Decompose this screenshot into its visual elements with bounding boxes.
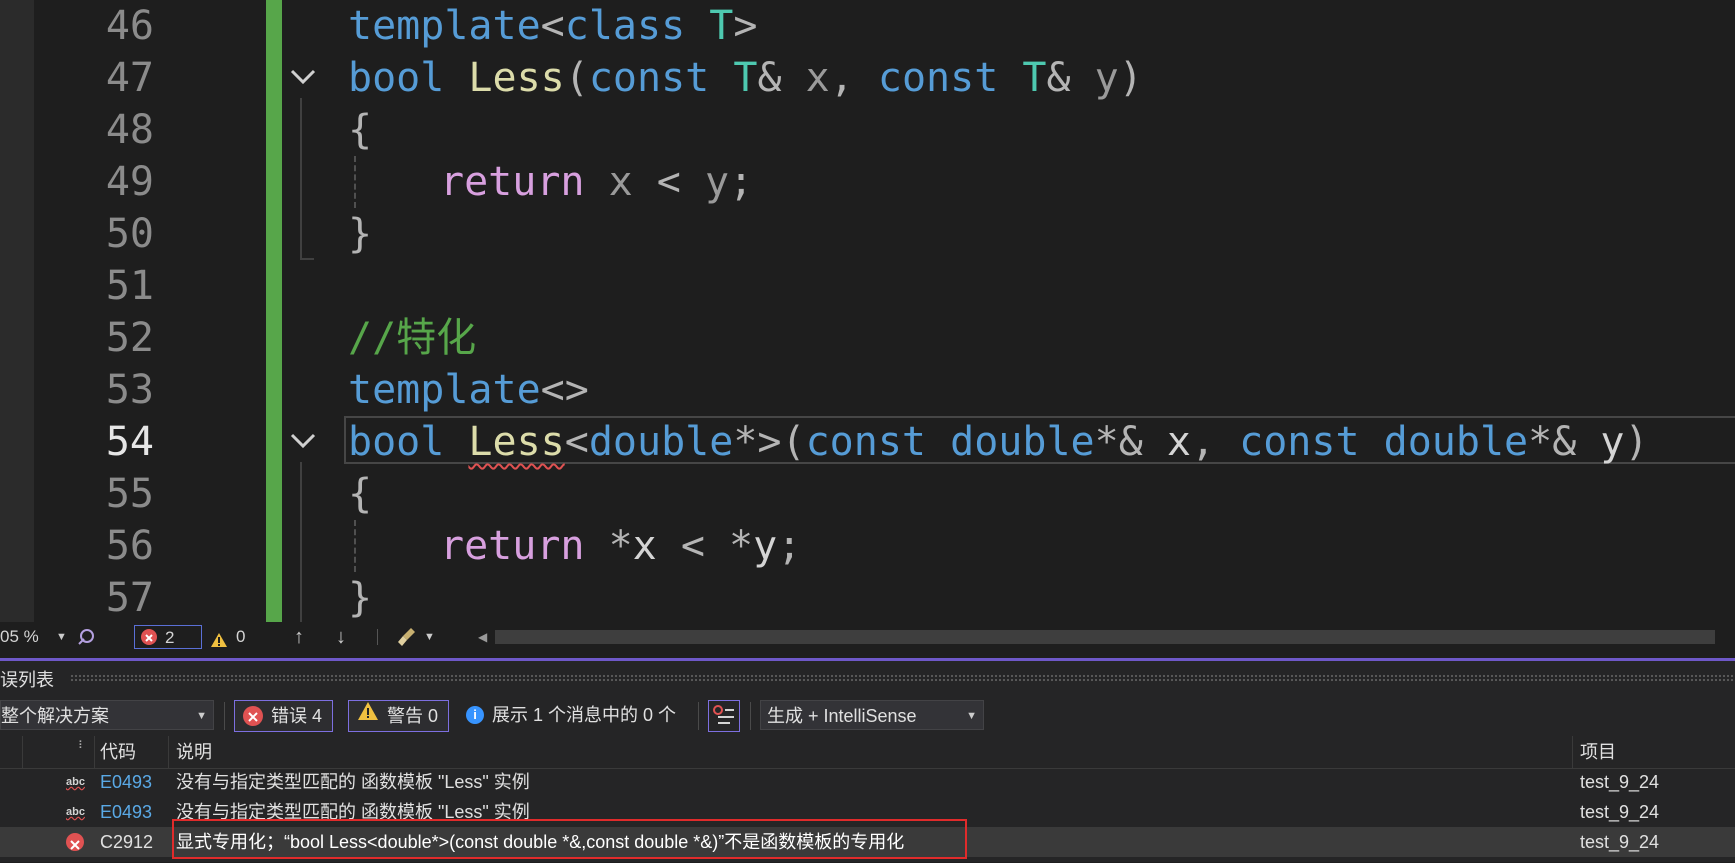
error-list-panel: 错误列表 整个解决方案 ▼ 错误 4 警告 0 i 展示 1 个消息中的 0 个 …: [0, 661, 1735, 862]
error-project: test_9_24: [1580, 802, 1660, 822]
code-line-53[interactable]: template<>: [348, 364, 589, 416]
toolbar-separator: [750, 702, 751, 730]
cleanup-dropdown-icon[interactable]: ▼: [424, 622, 435, 652]
error-icon: [66, 833, 84, 851]
line-number: 53: [105, 367, 154, 413]
code-editor[interactable]: 46 47 48 49 50 51 52 53 54 55 56 57 temp…: [0, 0, 1735, 622]
error-description: 没有与指定类型匹配的 函数模板 "Less" 实例: [176, 772, 530, 792]
errors-filter-label: 错误 4: [271, 706, 323, 726]
messages-filter-button[interactable]: i 展示 1 个消息中的 0 个: [466, 696, 676, 734]
line-number-current: 54: [105, 419, 154, 465]
code-line-46[interactable]: template<class T>: [348, 0, 757, 52]
scope-select[interactable]: 整个解决方案 ▼: [0, 700, 214, 730]
info-icon: i: [466, 706, 484, 725]
panel-title[interactable]: 错误列表: [0, 666, 54, 692]
error-icon: [243, 706, 263, 727]
scope-select-value: 整个解决方案: [1, 706, 109, 726]
code-line-49[interactable]: return x < y;: [440, 156, 753, 208]
code-line-48[interactable]: {: [348, 104, 372, 156]
code-line-50[interactable]: }: [348, 208, 372, 260]
column-separator[interactable]: [168, 736, 169, 768]
line-number: 46: [105, 3, 154, 49]
annotation-highlight-box: [172, 819, 967, 859]
warnings-filter-button[interactable]: 警告 0: [348, 700, 450, 732]
zoom-level[interactable]: 05 %: [0, 622, 39, 652]
intellisense-abc-icon: abc: [66, 776, 85, 788]
warning-icon: [210, 628, 228, 647]
code-line-54[interactable]: bool Less<double*>(const double*& x, con…: [348, 416, 1649, 468]
line-number: 56: [105, 523, 154, 569]
fold-range-guide: [300, 258, 314, 260]
indent-guide: [354, 156, 356, 208]
zoom-dropdown-icon[interactable]: ▼: [56, 622, 67, 652]
build-source-value: 生成 + IntelliSense: [767, 706, 917, 726]
status-separator: [377, 629, 378, 645]
code-line-47[interactable]: bool Less(const T& x, const T& y): [348, 52, 1143, 104]
fold-toggle-icon[interactable]: [290, 432, 316, 452]
chevron-down-icon: ▼: [196, 710, 207, 722]
line-number: 48: [105, 107, 154, 153]
change-tracking-bar: [266, 0, 282, 622]
code-line-55[interactable]: {: [348, 468, 372, 520]
editor-status-bar: 05 % ▼ 2 0 ↑ ↓ ▼ ◀: [0, 622, 1735, 652]
error-table-header: ⠇ 代码 说明 项目: [0, 736, 1735, 769]
line-number: 52: [105, 315, 154, 361]
squiggle-error-token: Less: [468, 419, 565, 465]
code-line-57[interactable]: }: [348, 572, 372, 622]
warning-count[interactable]: 0: [236, 622, 245, 652]
panel-drag-grip[interactable]: [70, 674, 1735, 682]
table-row[interactable]: abc E0493 没有与指定类型匹配的 函数模板 "Less" 实例 test…: [0, 767, 1735, 797]
horizontal-scrollbar[interactable]: [495, 630, 1715, 644]
column-separator[interactable]: [22, 736, 23, 768]
indent-guide: [354, 520, 356, 572]
fold-range-guide: [300, 462, 302, 622]
filter-list-icon[interactable]: [708, 700, 740, 732]
line-number: 50: [105, 211, 154, 257]
errors-filter-button[interactable]: 错误 4: [234, 700, 334, 732]
line-number: 49: [105, 159, 154, 205]
line-number: 57: [105, 575, 154, 621]
error-code-link[interactable]: E0493: [100, 767, 152, 797]
column-header-description[interactable]: 说明: [176, 736, 212, 768]
previous-issue-arrow-icon[interactable]: ↑: [294, 622, 304, 652]
error-project: test_9_24: [1580, 772, 1660, 792]
error-list-toolbar: 整个解决方案 ▼ 错误 4 警告 0 i 展示 1 个消息中的 0 个 生成 + …: [0, 696, 1735, 734]
toolbar-separator: [224, 702, 225, 730]
error-icon: [141, 629, 157, 645]
error-count: 2: [165, 628, 175, 647]
error-code[interactable]: C2912: [100, 827, 153, 857]
code-health-icon[interactable]: [76, 627, 96, 647]
error-code-link[interactable]: E0493: [100, 797, 152, 827]
column-header-code[interactable]: 代码: [100, 736, 136, 768]
line-number: 51: [105, 263, 154, 309]
next-issue-arrow-icon[interactable]: ↓: [336, 622, 346, 652]
warning-icon: [357, 700, 379, 730]
toolbar-separator: [698, 702, 699, 730]
build-source-select[interactable]: 生成 + IntelliSense ▼: [760, 700, 984, 730]
chevron-down-icon: ▼: [966, 710, 977, 722]
error-count-indicator[interactable]: 2: [134, 625, 202, 649]
fold-toggle-icon[interactable]: [290, 68, 316, 88]
column-separator[interactable]: [1572, 736, 1573, 768]
scroll-left-icon[interactable]: ◀: [478, 622, 487, 652]
code-line-52[interactable]: //特化: [348, 312, 476, 364]
column-header-project[interactable]: 项目: [1580, 736, 1616, 768]
error-project: test_9_24: [1580, 832, 1660, 852]
code-line-56[interactable]: return *x < *y;: [440, 520, 801, 572]
messages-filter-label: 展示 1 个消息中的 0 个: [492, 705, 677, 725]
sort-grip-icon[interactable]: ⠇: [78, 730, 86, 762]
line-number: 47: [105, 55, 154, 101]
line-number: 55: [105, 471, 154, 517]
intellisense-abc-icon: abc: [66, 806, 85, 818]
editor-left-margin: [0, 0, 34, 622]
column-separator[interactable]: [94, 736, 95, 768]
warnings-filter-label: 警告 0: [387, 706, 439, 726]
fold-range-guide: [300, 98, 302, 258]
cleanup-brush-icon[interactable]: [396, 626, 418, 648]
